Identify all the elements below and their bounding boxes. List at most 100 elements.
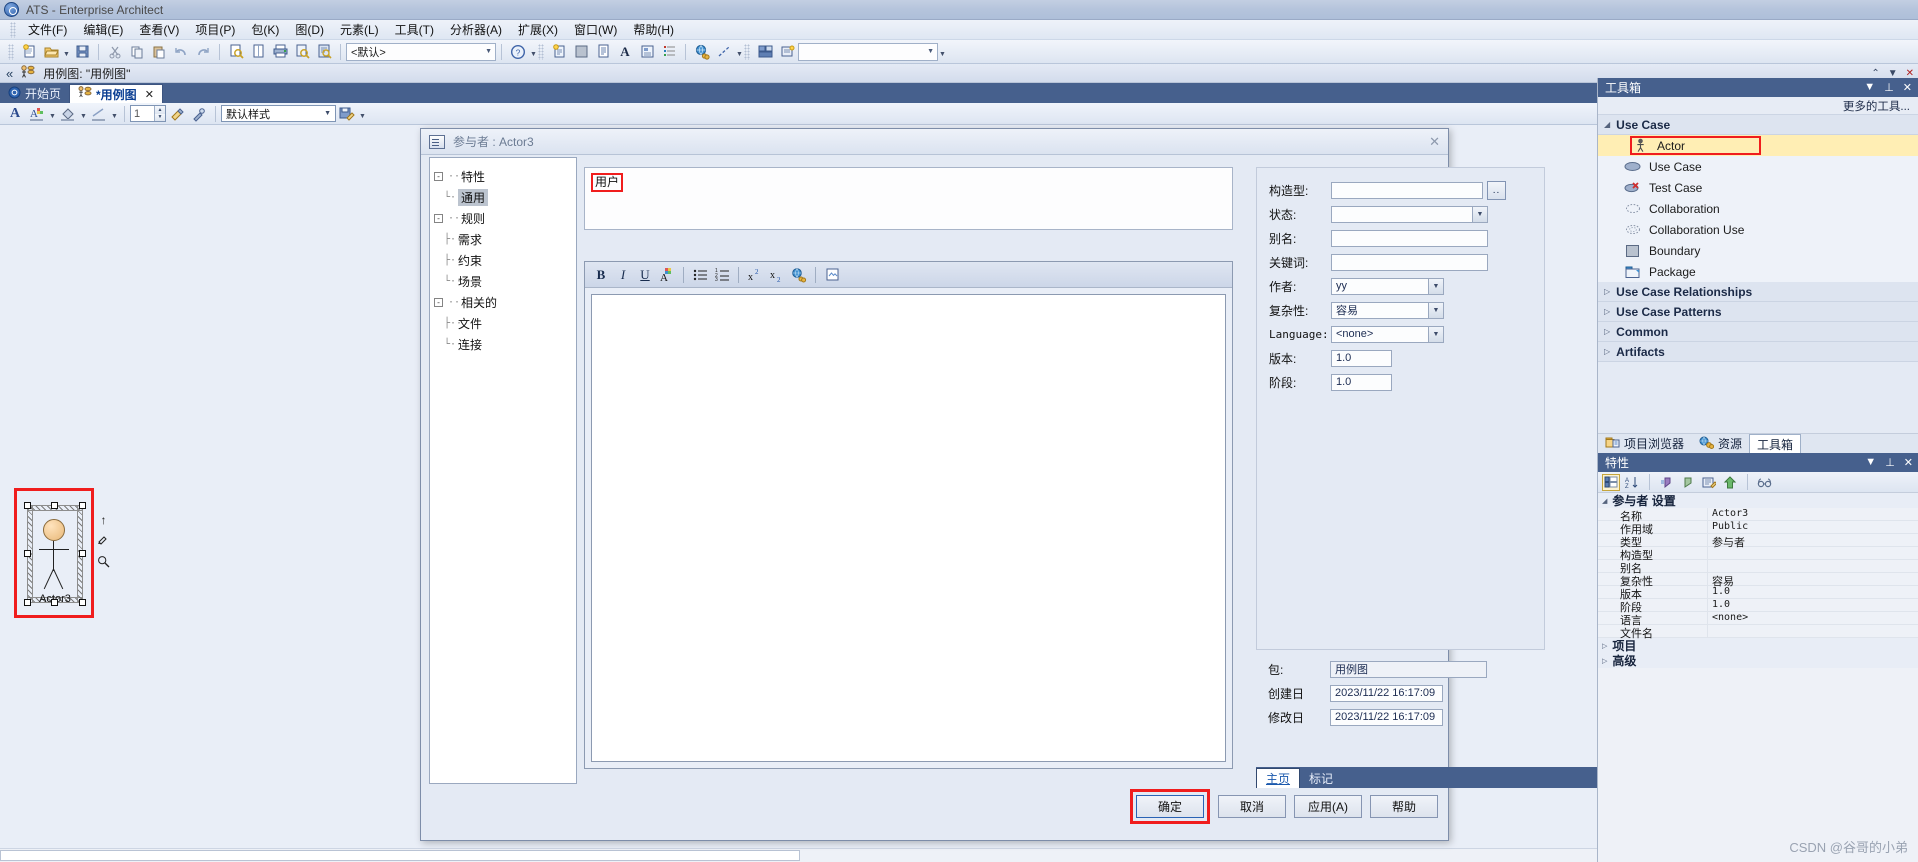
layout-icon[interactable]: [755, 42, 775, 62]
tree-node-rules[interactable]: - ·· 规则: [434, 208, 572, 229]
save-icon[interactable]: [72, 42, 92, 62]
pane-tab-resources[interactable]: 资源: [1691, 434, 1749, 453]
resize-handle-s[interactable]: [51, 599, 58, 606]
format-painter-icon[interactable]: [167, 104, 187, 124]
sort-az-icon[interactable]: AZ: [1623, 474, 1641, 491]
edit-icon[interactable]: [1700, 474, 1718, 491]
property-value[interactable]: Actor3: [1708, 508, 1918, 520]
pencil-icon[interactable]: [97, 533, 110, 549]
alias-input[interactable]: [1331, 229, 1488, 247]
resize-handle-w[interactable]: [24, 550, 31, 557]
list-icon[interactable]: [659, 42, 679, 62]
search-combo[interactable]: ▼: [798, 42, 938, 61]
dropdown-icon[interactable]: ▼: [1888, 68, 1898, 79]
line-width-stepper[interactable]: 1 ▲ ▼: [130, 105, 166, 122]
line-icon[interactable]: [714, 42, 734, 62]
print-icon[interactable]: [270, 42, 290, 62]
property-row[interactable]: 语言 <none>: [1598, 612, 1918, 627]
menu-analyzer[interactable]: 分析器(A): [442, 19, 510, 40]
property-row[interactable]: 构造型: [1598, 547, 1918, 562]
toolbar-overflow-icon[interactable]: ▼: [938, 42, 947, 62]
toolbox-item-collaboration[interactable]: Collaboration: [1598, 198, 1918, 219]
text-icon[interactable]: A: [615, 42, 635, 62]
toolbox-item-package[interactable]: Package: [1598, 261, 1918, 282]
tab-main[interactable]: 主页: [1256, 768, 1301, 788]
toolbar-grip[interactable]: [8, 43, 14, 60]
copy-icon[interactable]: [127, 42, 147, 62]
apply-button[interactable]: 应用(A): [1294, 795, 1362, 818]
line-style-dropdown-icon[interactable]: ▼: [110, 104, 119, 124]
close-icon[interactable]: ✕: [1904, 456, 1913, 469]
property-value[interactable]: [1708, 625, 1918, 637]
resize-handle-n[interactable]: [51, 502, 58, 509]
complexity-combo[interactable]: 容易 ▼: [1331, 301, 1444, 319]
tab-start-page[interactable]: 开始页: [0, 84, 69, 103]
toolbox-item-use-case[interactable]: Use Case: [1598, 156, 1918, 177]
property-value[interactable]: 1.0: [1708, 599, 1918, 611]
toolbox-group-use-case[interactable]: ◢ Use Case: [1598, 115, 1918, 135]
help-dropdown-icon[interactable]: ▼: [529, 42, 538, 62]
property-value[interactable]: [1708, 560, 1918, 572]
expander-icon[interactable]: -: [434, 172, 443, 181]
property-row[interactable]: 别名: [1598, 560, 1918, 575]
redo-icon[interactable]: [193, 42, 213, 62]
pane-tab-toolbox[interactable]: 工具箱: [1749, 434, 1802, 453]
find-icon[interactable]: [292, 42, 312, 62]
toolbox-group-use-case-patterns[interactable]: ▷ Use Case Patterns: [1598, 302, 1918, 322]
menu-window[interactable]: 窗口(W): [566, 19, 625, 40]
pane-tab-project-browser[interactable]: 项目浏览器: [1598, 434, 1691, 453]
dropdown-icon[interactable]: ▼: [1865, 456, 1876, 469]
element-name-input[interactable]: 用户: [584, 167, 1233, 230]
tree-node-requirements[interactable]: ├·· 需求: [434, 229, 572, 250]
phase-input[interactable]: 1.0: [1331, 373, 1392, 391]
bold-icon[interactable]: B: [591, 265, 611, 285]
menu-diagram[interactable]: 图(D): [287, 19, 332, 40]
close-icon[interactable]: ✕: [1906, 68, 1914, 79]
tab-use-case-diagram[interactable]: *用例图 ✕: [69, 84, 163, 103]
toolbar-grip-3[interactable]: [744, 43, 750, 60]
glasses-icon[interactable]: [1756, 474, 1774, 491]
menu-package[interactable]: 包(K): [243, 19, 287, 40]
more-tools-link[interactable]: 更多的工具...: [1598, 97, 1918, 115]
model-icon[interactable]: [777, 42, 797, 62]
new-diagram-icon[interactable]: [549, 42, 569, 62]
menu-element[interactable]: 元素(L): [332, 19, 387, 40]
keywords-input[interactable]: [1331, 253, 1488, 271]
toolbox-item-actor[interactable]: Actor: [1598, 135, 1918, 156]
line-dropdown-icon[interactable]: ▼: [735, 42, 744, 62]
pin-icon[interactable]: ⊥: [1885, 456, 1895, 469]
status-combo[interactable]: ▼: [1331, 205, 1488, 223]
modified-input[interactable]: 2023/11/22 16:17:09: [1330, 708, 1443, 726]
stereotype-browse-button[interactable]: ..: [1487, 180, 1506, 200]
numbered-list-icon[interactable]: 123: [712, 265, 732, 285]
hyperlink-icon[interactable]: [789, 265, 809, 285]
menu-view[interactable]: 查看(V): [131, 19, 187, 40]
page-icon[interactable]: [248, 42, 268, 62]
bullet-list-icon[interactable]: [690, 265, 710, 285]
element-icon[interactable]: [637, 42, 657, 62]
menu-grip[interactable]: [10, 21, 16, 38]
actor-element[interactable]: Actor3: [24, 502, 86, 606]
property-value[interactable]: [1708, 547, 1918, 559]
dialog-nav-tree[interactable]: - ·· 特性 └·· 通用 - ·· 规则 ├·· 需求 ├·· 约束 └··…: [429, 157, 577, 784]
tree-node-files[interactable]: ├·· 文件: [434, 313, 572, 334]
property-row[interactable]: 文件名: [1598, 625, 1918, 640]
open-folder-dropdown-icon[interactable]: ▼: [62, 42, 71, 62]
language-combo[interactable]: <none> ▼: [1331, 325, 1444, 343]
menu-file[interactable]: 文件(F): [20, 19, 75, 40]
stereotype-input[interactable]: [1331, 181, 1483, 199]
tree-node-general[interactable]: └·· 通用: [434, 187, 572, 208]
text-style-icon[interactable]: A: [27, 104, 47, 124]
toolbox-item-boundary[interactable]: Boundary: [1598, 240, 1918, 261]
save-style-icon[interactable]: [337, 104, 357, 124]
dropdown-icon[interactable]: ▼: [1864, 81, 1875, 94]
tree-node-features[interactable]: - ·· 特性: [434, 166, 572, 187]
arrow-up-icon[interactable]: ↑: [101, 513, 107, 527]
inspect-icon[interactable]: [314, 42, 334, 62]
properties-group-project[interactable]: ▷ 项目: [1598, 638, 1918, 653]
style-select[interactable]: 默认样式 ▼: [221, 105, 336, 122]
categorized-icon[interactable]: [1602, 473, 1620, 491]
fill-color-dropdown-icon[interactable]: ▼: [79, 104, 88, 124]
cancel-button[interactable]: 取消: [1218, 795, 1286, 818]
property-row[interactable]: 类型 参与者: [1598, 534, 1918, 549]
